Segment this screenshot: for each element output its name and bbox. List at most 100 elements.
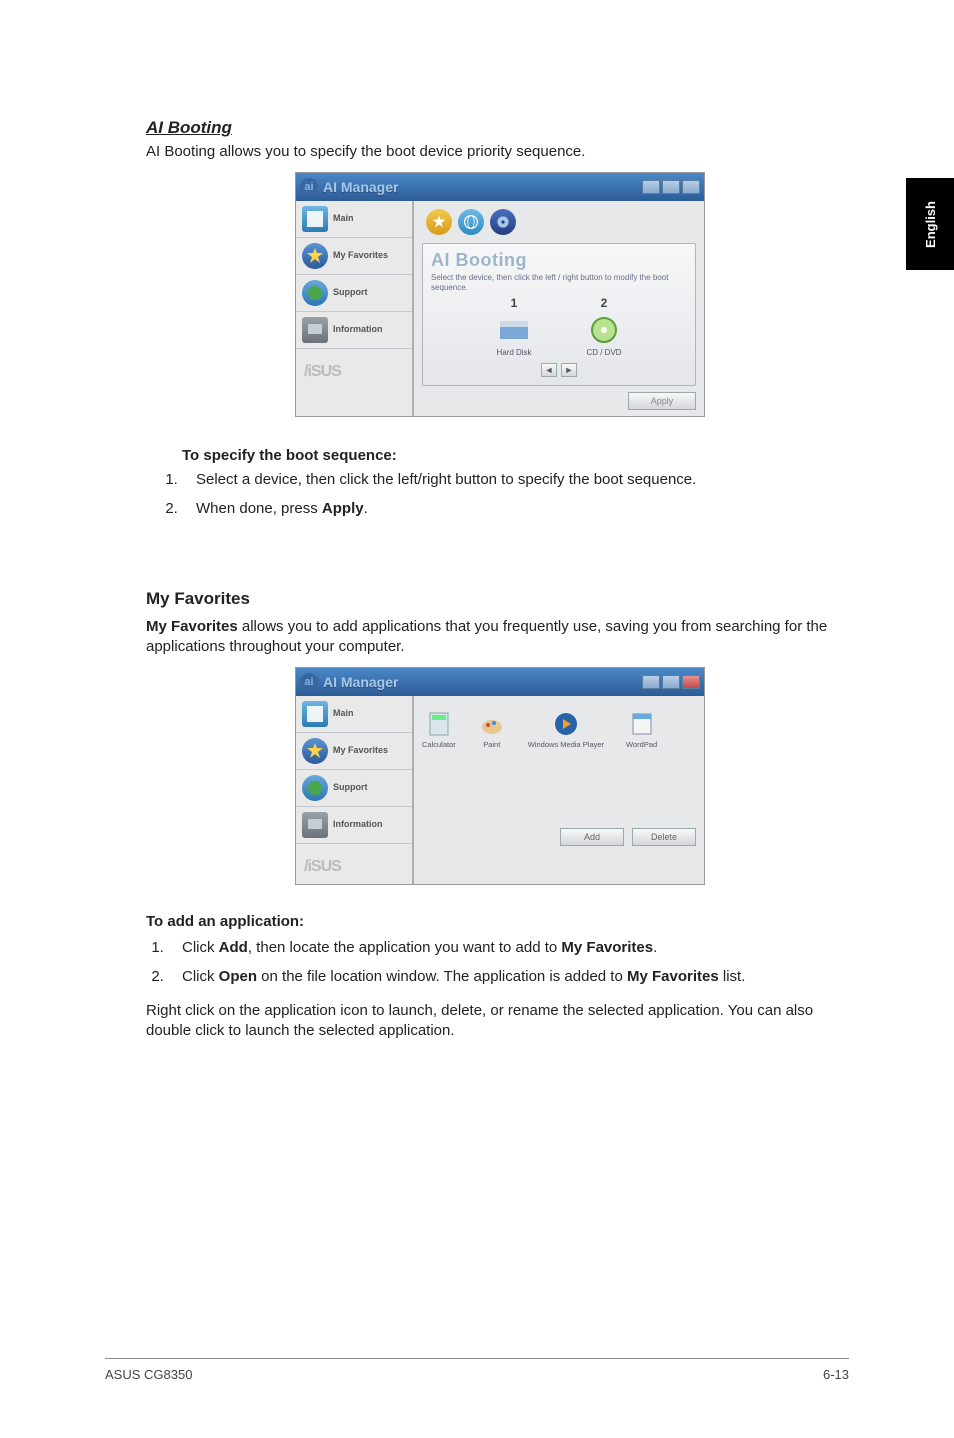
closing-paragraph: Right click on the application icon to l… [146,1001,854,1042]
favorite-label: Windows Media Player [528,741,604,749]
ai-booting-intro: AI Booting allows you to specify the boo… [146,142,854,162]
favorite-label: Paint [478,741,506,749]
window-title: AI Manager [323,179,398,195]
step-text: . [653,939,657,956]
step-bold: My Favorites [627,968,719,985]
sidebar-label-information: Information [333,325,383,335]
footer-left: ASUS CG8350 [105,1367,192,1382]
slot-number: 1 [494,296,534,310]
toolbar [422,207,696,243]
my-favorites-intro: My Favorites allows you to add applicati… [146,617,854,658]
sidebar-item-main[interactable]: Main [296,696,412,733]
boot-slot-1[interactable]: 1 Hard Disk [494,296,534,357]
sidebar-label-main: Main [333,214,354,224]
step-bold: Apply [322,500,364,517]
apply-button[interactable]: Apply [628,392,696,410]
slot-label: Hard Disk [494,348,534,357]
cd-dvd-icon [584,314,624,346]
maximize-button[interactable] [662,180,680,194]
step-bold: Add [219,939,248,956]
add-app-subheading: To add an application: [146,913,854,930]
sidebar-label-support: Support [333,783,368,793]
sidebar-label-favorites: My Favorites [333,746,388,756]
side-language-label: English [922,201,937,248]
sidebar-label-support: Support [333,288,368,298]
sidebar-label-information: Information [333,820,383,830]
sidebar-item-information[interactable]: Information [296,312,412,349]
favorite-label: Calculator [422,741,456,749]
boot-steps-list: Select a device, then click the left/rig… [160,470,854,519]
step-text: . [364,500,368,517]
favorites-icon [302,243,328,269]
step-1: Select a device, then click the left/rig… [182,470,854,490]
step-bold: Open [219,968,257,985]
wordpad-icon [628,710,656,738]
ai-booting-panel: AI Booting Select the device, then click… [422,243,696,386]
maximize-button[interactable] [662,675,680,689]
sidebar-footer-logo: /iSUS [296,844,412,884]
move-right-button[interactable]: ► [561,363,577,377]
titlebar: ai AI Manager [296,173,704,201]
favorites-grid: Calculator Paint Windows Media Player [414,696,704,763]
minimize-button[interactable] [642,180,660,194]
close-button[interactable] [682,675,700,689]
disk-icon[interactable] [490,209,516,235]
intro-text: allows you to add applications that you … [146,618,827,655]
delete-button[interactable]: Delete [632,828,696,846]
sidebar-footer-logo: /iSUS [296,349,412,389]
support-icon [302,280,328,306]
ai-logo-icon: ai [300,673,318,691]
step-text: When done, press [196,500,322,517]
panel-title: AI Booting [431,250,687,271]
sidebar-label-main: Main [333,709,354,719]
panel-description: Select the device, then click the left /… [431,273,687,292]
favorite-item-calculator[interactable]: Calculator [422,710,456,749]
favorite-item-paint[interactable]: Paint [478,710,506,749]
sidebar-item-main[interactable]: Main [296,201,412,238]
ai-manager-window-favorites: ai AI Manager Main [295,667,705,885]
titlebar: ai AI Manager [296,668,704,696]
step-text: Click [182,968,219,985]
ai-logo-icon: ai [300,178,318,196]
sidebar-item-support[interactable]: Support [296,770,412,807]
slot-number: 2 [584,296,624,310]
step-bold: My Favorites [561,939,653,956]
ai-booting-heading: AI Booting [146,118,854,138]
step-text: list. [719,968,746,985]
step-1: Click Add, then locate the application y… [168,938,854,958]
sidebar-item-information[interactable]: Information [296,807,412,844]
favorites-icon [302,738,328,764]
information-icon [302,317,328,343]
add-button[interactable]: Add [560,828,624,846]
minimize-button[interactable] [642,675,660,689]
side-language-tab: English [906,178,954,270]
my-favorites-heading: My Favorites [146,589,854,609]
page-footer: ASUS CG8350 6-13 [105,1358,849,1382]
step-text: , then locate the application you want t… [248,939,562,956]
sidebar-item-favorites[interactable]: My Favorites [296,238,412,275]
sidebar-item-favorites[interactable]: My Favorites [296,733,412,770]
support-icon [302,775,328,801]
add-app-steps: Click Add, then locate the application y… [146,938,854,987]
step-2: Click Open on the file location window. … [168,967,854,987]
hard-disk-icon [494,314,534,346]
intro-bold: My Favorites [146,618,238,635]
favorite-label: WordPad [626,741,657,749]
ai-manager-window-booting: ai AI Manager Main [295,172,705,417]
step-2: When done, press Apply. [182,499,854,519]
favorite-item-wordpad[interactable]: WordPad [626,710,657,749]
favorite-item-wmp[interactable]: Windows Media Player [528,710,604,749]
sidebar-label-favorites: My Favorites [333,251,388,261]
step-text: on the file location window. The applica… [257,968,627,985]
sidebar-item-support[interactable]: Support [296,275,412,312]
close-button[interactable] [682,180,700,194]
calculator-icon [425,710,453,738]
step-text: Click [182,939,219,956]
globe-icon[interactable] [458,209,484,235]
move-left-button[interactable]: ◄ [541,363,557,377]
star-icon[interactable] [426,209,452,235]
slot-label: CD / DVD [584,348,624,357]
boot-slot-2[interactable]: 2 CD / DVD [584,296,624,357]
media-player-icon [552,710,580,738]
sidebar: Main My Favorites Support [296,201,414,416]
